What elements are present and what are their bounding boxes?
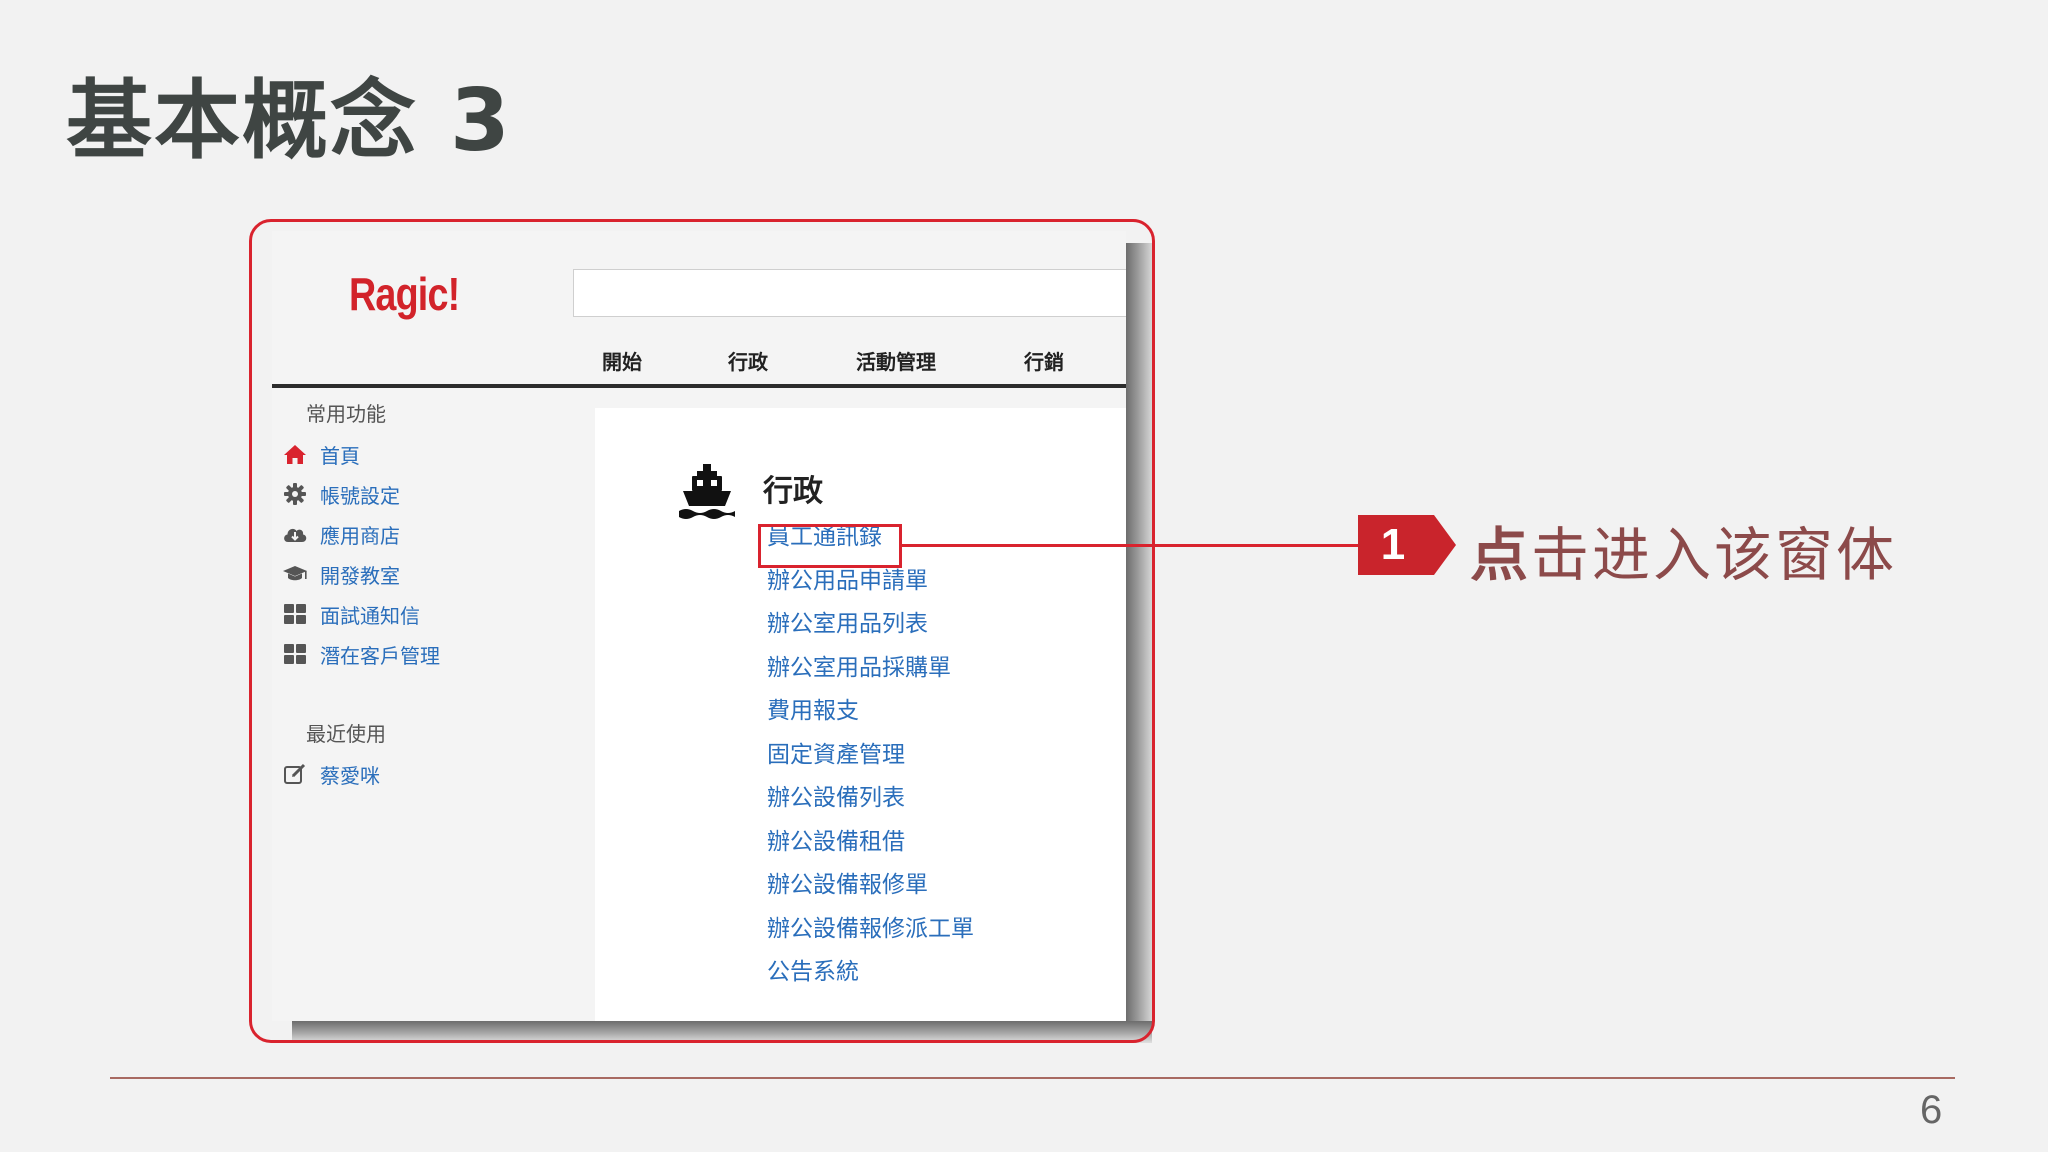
sidebar-heading-common: 常用功能 [306, 402, 386, 426]
step-marker: 1 [1358, 515, 1434, 575]
content-panel: 行政 員工通訊錄 辦公用品申請單 辦公室用品列表 辦公室用品採購單 費用報支 固… [595, 408, 1126, 1021]
sidebar-item-home[interactable]: 首頁 [282, 438, 360, 470]
step-marker-arrow [1434, 515, 1456, 575]
sheet-link-office-supply-list[interactable]: 辦公室用品列表 [767, 603, 974, 647]
sidebar-item-label: 蔡愛咪 [320, 763, 380, 788]
sidebar-item-dev-classroom[interactable]: 開發教室 [282, 558, 400, 590]
sheet-link-equipment-repair-request[interactable]: 辦公設備報修單 [767, 864, 974, 908]
footer-rule [110, 1077, 1955, 1079]
grid-icon [282, 641, 308, 667]
callout-text: 点击进入该窗体 [1470, 508, 1897, 592]
tab-admin[interactable]: 行政 [728, 346, 768, 386]
grid-icon [282, 601, 308, 627]
sidebar-item-label: 面試通知信 [320, 603, 420, 628]
callout-text-first: 点 [1470, 521, 1532, 589]
sheet-link-equipment-repair-dispatch[interactable]: 辦公設備報修派工單 [767, 908, 974, 952]
search-input[interactable] [573, 269, 1126, 317]
ship-icon [677, 464, 737, 526]
tab-event-management[interactable]: 活動管理 [856, 346, 936, 386]
sidebar-heading-recent: 最近使用 [306, 722, 386, 746]
sheet-link-announcements[interactable]: 公告系統 [767, 951, 974, 995]
sheet-link-office-equipment-rental[interactable]: 辦公設備租借 [767, 821, 974, 865]
sidebar-item-account-settings[interactable]: 帳號設定 [282, 478, 400, 510]
tab-start[interactable]: 開始 [602, 346, 642, 386]
edit-icon [282, 761, 308, 787]
ragic-logo: Ragic! [349, 268, 460, 320]
callout-text-rest: 击进入该窗体 [1531, 521, 1898, 589]
sidebar-item-recent-record[interactable]: 蔡愛咪 [282, 758, 380, 790]
top-nav: 開始 行政 活動管理 行銷 [602, 346, 1064, 386]
sheet-link-office-supply-purchase[interactable]: 辦公室用品採購單 [767, 647, 974, 691]
sidebar-item-label: 潛在客戶管理 [320, 643, 440, 668]
sidebar-item-leads-management[interactable]: 潛在客戶管理 [282, 638, 440, 670]
sidebar: 常用功能 首頁 帳號設定 應用商店 開發教室 面試通知信 潛在客戶管理 最近使用… [272, 388, 592, 1021]
graduation-cap-icon [282, 561, 308, 587]
page-number: 6 [1920, 1088, 1943, 1132]
home-icon [282, 441, 308, 467]
sheet-link-office-equipment-list[interactable]: 辦公設備列表 [767, 777, 974, 821]
screenshot-shadow [292, 1021, 1152, 1043]
sidebar-item-interview-notice[interactable]: 面試通知信 [282, 598, 420, 630]
sheet-link-fixed-assets[interactable]: 固定資產管理 [767, 734, 974, 778]
screenshot-shadow [1126, 243, 1152, 1023]
sheet-link-expense-report[interactable]: 費用報支 [767, 690, 974, 734]
sheet-link-office-supply-request[interactable]: 辦公用品申請單 [767, 560, 974, 604]
sidebar-item-label: 首頁 [320, 443, 360, 468]
cloud-download-icon [282, 521, 308, 547]
sidebar-item-app-store[interactable]: 應用商店 [282, 518, 400, 550]
sheet-list: 員工通訊錄 辦公用品申請單 辦公室用品列表 辦公室用品採購單 費用報支 固定資產… [767, 516, 974, 995]
section-title: 行政 [763, 474, 823, 509]
tab-marketing[interactable]: 行銷 [1024, 346, 1064, 386]
slide-title: 基本概念 3 [66, 71, 512, 171]
gear-icon [282, 481, 308, 507]
sidebar-item-label: 開發教室 [320, 563, 400, 588]
app-screenshot: Ragic! 開始 行政 活動管理 行銷 常用功能 首頁 帳號設定 應用商店 開… [272, 231, 1126, 1021]
sidebar-item-label: 應用商店 [320, 523, 400, 548]
sheet-link-employee-directory[interactable]: 員工通訊錄 [767, 516, 974, 560]
callout-connector [902, 544, 1358, 547]
sidebar-item-label: 帳號設定 [320, 483, 400, 508]
